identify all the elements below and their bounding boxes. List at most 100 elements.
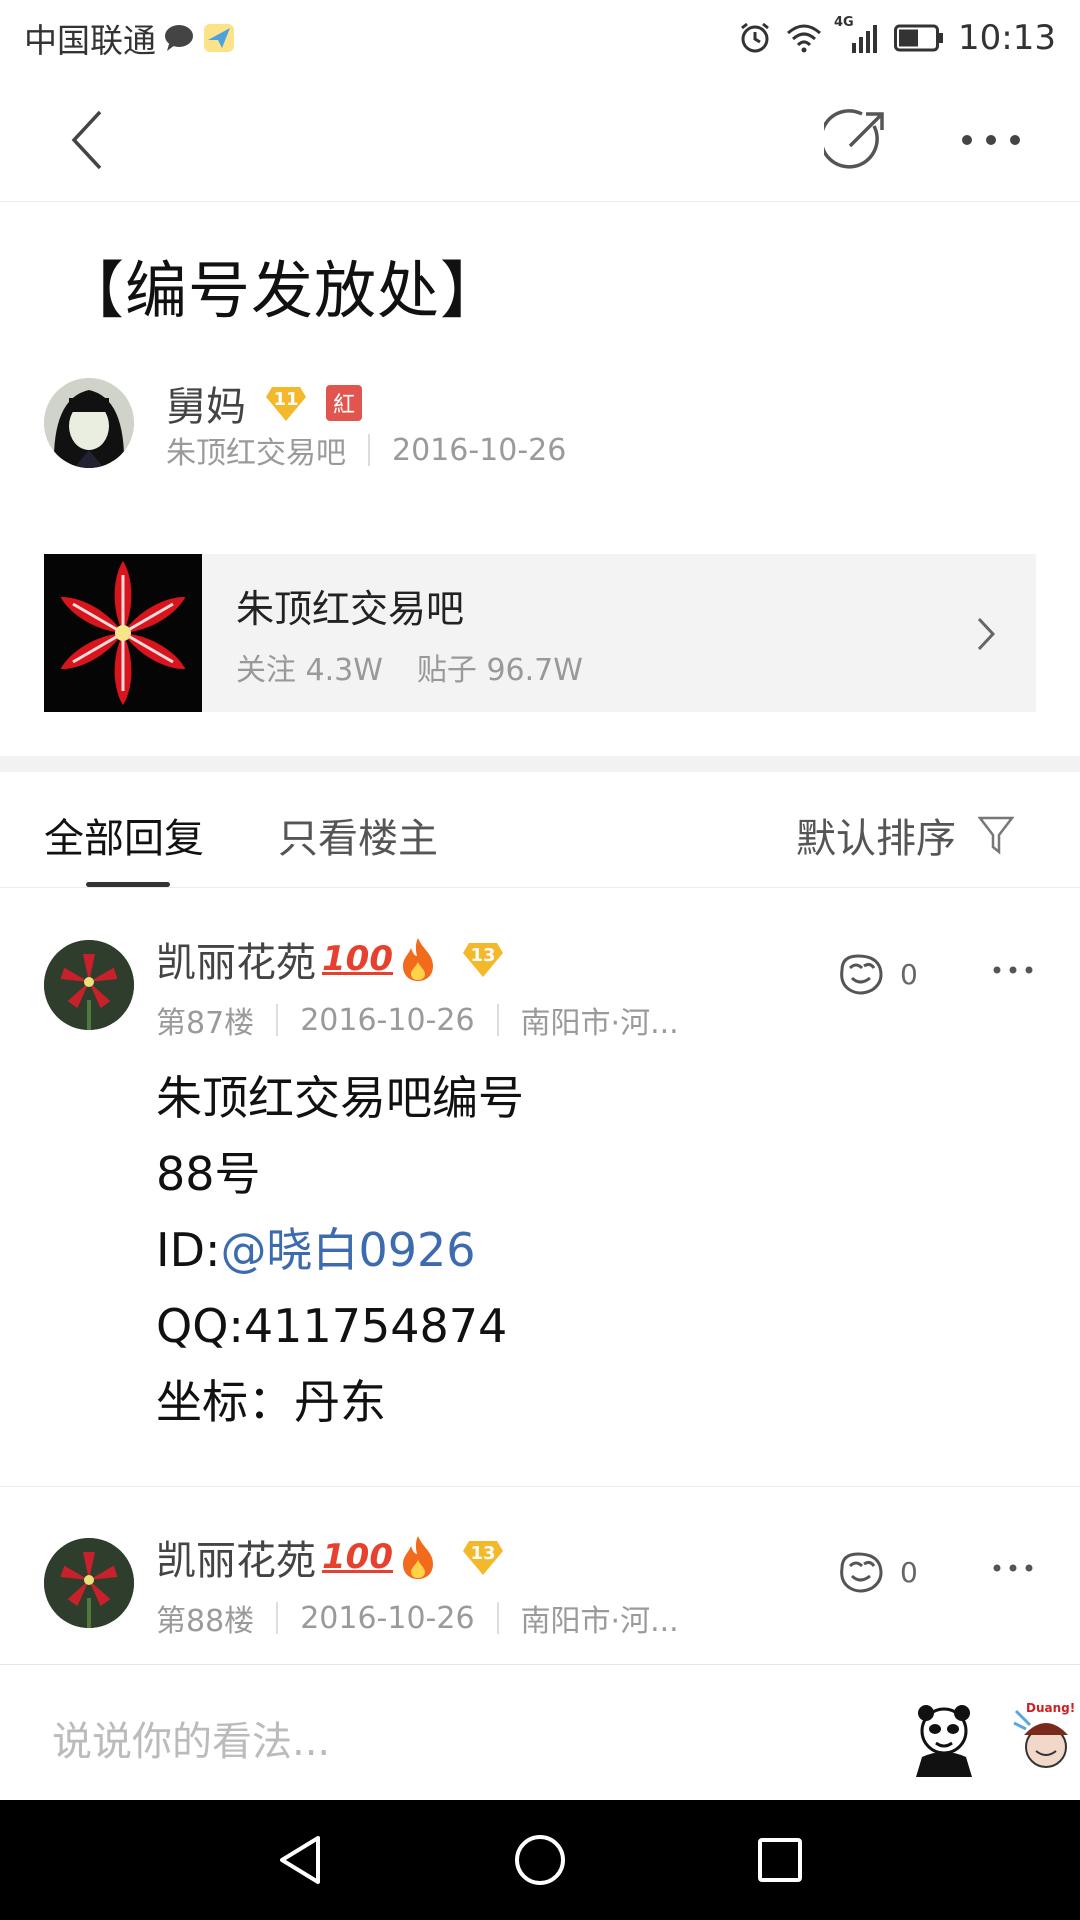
forum-stats: 关注 4.3W 贴子 96.7W [236,645,583,689]
reply-location: 南阳市·河... [520,1604,679,1639]
reply-meta: 第88楼 2016-10-26 南阳市·河... [156,1596,679,1640]
share-button[interactable] [820,104,892,176]
sort-button[interactable]: 默认排序 [796,806,1014,864]
amaryllis-flower-icon [60,561,186,705]
author-name[interactable]: 舅妈 [166,374,246,432]
more-dots-icon [962,135,1020,145]
section-divider [0,756,1080,772]
post-title: 【编号发放处】 [62,254,504,327]
circle-home-icon [515,1835,565,1885]
reply-more-button[interactable] [988,1548,1038,1588]
hundred-emoji-icon: 100 [322,939,393,979]
reply-date: 2016-10-26 [300,1600,475,1636]
author-avatar[interactable] [44,378,134,468]
member-badge: 紅 [326,385,362,421]
level-badge: 11 [264,383,308,423]
reply-meta: 第87楼 2016-10-26 南阳市·河... [156,998,679,1042]
panda-sticker-icon [902,1697,986,1781]
post-date: 2016-10-26 [392,432,567,468]
author-level: 11 [273,389,299,410]
more-button[interactable] [955,104,1027,176]
more-dots-icon [993,1564,1033,1572]
forum-name: 朱顶红交易吧 [236,586,465,631]
reply-username[interactable]: 凯丽花苑 [156,1528,316,1586]
reply-more-button[interactable] [988,950,1038,990]
share-icon [824,109,884,169]
author-forum[interactable]: 朱顶红交易吧 [166,428,346,472]
active-tab-indicator [86,882,170,887]
content-line: 坐标：丹东 [156,1375,386,1429]
content-line: 朱顶红交易吧编号 [156,1071,524,1125]
system-recents-button[interactable] [750,1830,810,1890]
battery-icon [894,24,944,52]
fire-icon [402,938,433,981]
content-line-id: ID:@晓白0926 [156,1212,524,1288]
reply-level-badge: 13 [461,939,505,979]
triangle-back-icon [280,1836,320,1884]
id-prefix: ID: [156,1223,221,1277]
user-mention-link[interactable]: @晓白0926 [221,1223,476,1277]
author-meta: 朱顶红交易吧 2016-10-26 [166,428,566,472]
sort-label: 默认排序 [796,816,956,862]
like-button[interactable]: 0 [836,952,918,996]
meta-separator [496,1602,499,1634]
back-button[interactable] [56,102,116,178]
comment-bar: 说说你的看法... Duang! [0,1664,1080,1800]
reply-location: 南阳市·河... [520,1006,679,1041]
alarm-icon [738,21,772,55]
comment-input[interactable]: 说说你的看法... [52,1709,330,1767]
reply-tabs: 全部回复 只看楼主 默认排序 [0,772,1080,888]
sticker-caption: Duang! [1026,1701,1076,1715]
system-home-button[interactable] [510,1830,570,1890]
app-notification-icon [202,22,236,54]
more-dots-icon [993,966,1033,974]
filter-icon [978,816,1014,855]
hundred-emoji-icon: 100 [322,1537,393,1577]
system-back-button[interactable] [270,1830,330,1890]
tab-all-replies[interactable]: 全部回复 [44,806,204,864]
like-icon [840,1552,883,1593]
reply-floor: 第87楼 [156,1006,255,1041]
carrier-group: 中国联通 [24,14,236,62]
panda-sticker-button[interactable] [902,1697,986,1781]
reply-content: 朱顶红交易吧编号 88号 ID:@晓白0926 QQ:411754874 坐标：… [156,1060,524,1440]
reply-username[interactable]: 凯丽花苑 [156,930,316,988]
post-author: 舅妈 11 紅 朱顶红交易吧 2016-10-26 [44,374,1044,474]
forum-followers: 关注 4.3W [236,652,383,688]
meta-separator [368,434,370,466]
duang-sticker-button[interactable]: Duang! [1010,1697,1080,1781]
like-button[interactable]: 0 [836,1550,918,1594]
chat-notification-icon [164,24,194,52]
meta-separator [496,1004,499,1036]
screen: { "status_bar": { "carrier": "中国联通", "ne… [0,0,1080,1920]
status-bar: 中国联通 4G 10:13 [0,0,1080,76]
reply-floor: 第88楼 [156,1604,255,1639]
reply-user-row: 凯丽花苑 100 13 [156,930,505,988]
content-line: 88号 [156,1147,261,1201]
reply-level: 13 [470,945,496,966]
reply-avatar[interactable] [44,940,134,1030]
clock: 10:13 [958,18,1056,58]
like-count: 0 [900,957,918,991]
reply-item: 凯丽花苑 100 13 第88楼 2016-10-26 南阳市·河... 0 [0,1486,1080,1664]
top-nav [0,76,1080,202]
signal-icon: 4G [834,15,880,53]
forum-chevron [966,604,1006,664]
like-count: 0 [900,1555,918,1589]
network-type: 4G [834,15,854,30]
forum-posts: 贴子 96.7W [416,652,583,688]
forum-card[interactable]: 朱顶红交易吧 关注 4.3W 贴子 96.7W [44,554,1036,712]
forum-info: 朱顶红交易吧 关注 4.3W 贴子 96.7W [236,578,583,689]
meta-separator [276,1602,279,1634]
forum-thumbnail [44,554,202,712]
chevron-right-icon [977,617,996,651]
author-name-row: 舅妈 11 紅 [166,374,362,432]
fire-icon [402,1536,433,1579]
reply-item: 凯丽花苑 100 13 第87楼 2016-10-26 南阳市·河... 0 朱… [0,888,1080,1488]
carrier-name: 中国联通 [24,21,156,60]
chevron-left-icon [71,110,102,170]
status-right: 4G 10:13 [738,15,1056,58]
tab-op-only[interactable]: 只看楼主 [278,806,438,864]
square-recents-icon [758,1838,802,1882]
reply-avatar[interactable] [44,1538,134,1628]
